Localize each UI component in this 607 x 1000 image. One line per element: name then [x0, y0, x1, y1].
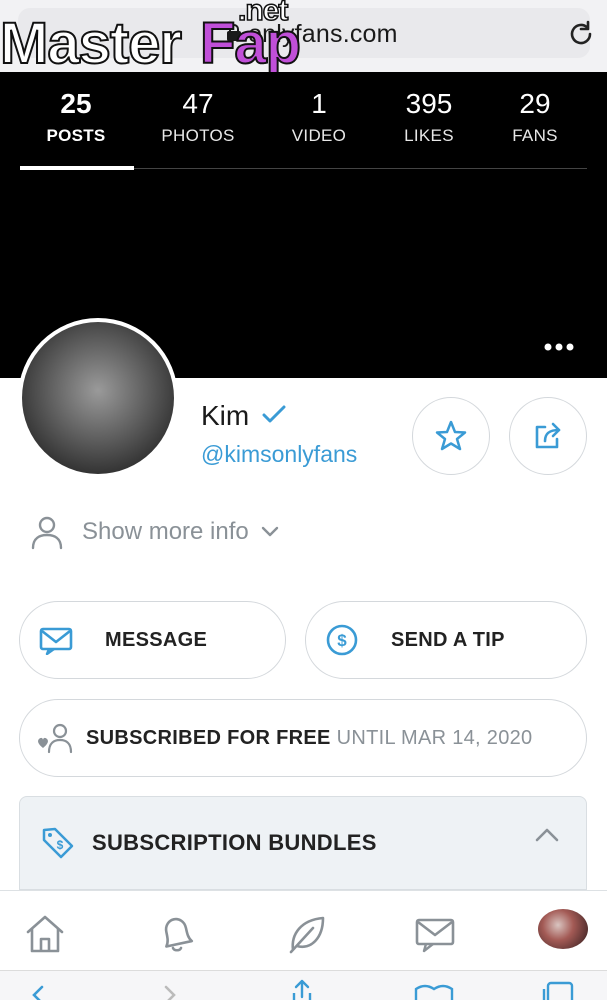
show-more-info-label: Show more info [82, 518, 249, 545]
chevron-down-icon [261, 526, 278, 537]
profile-name: Kim [201, 400, 250, 431]
profile-handle[interactable]: @kimsonlyfans [201, 441, 357, 468]
stat-likes[interactable]: 395 LIKES [369, 88, 489, 146]
stat-fans-label: FANS [512, 126, 558, 145]
stat-likes-label: LIKES [404, 126, 454, 145]
watermark-main: Master [0, 10, 183, 77]
send-tip-label: SEND A TIP [391, 628, 505, 651]
dollar-icon: $ [326, 624, 358, 656]
more-icon[interactable] [543, 342, 575, 352]
share-button[interactable] [509, 397, 587, 475]
nav-messages[interactable] [412, 911, 458, 957]
avatar[interactable] [18, 318, 178, 478]
show-more-info[interactable]: Show more info [30, 512, 279, 552]
tabs-icon[interactable] [540, 981, 576, 1000]
nav-notifications[interactable] [154, 911, 200, 957]
subscribed-until: UNTIL MAR 14, 2020 [336, 726, 533, 749]
heart-user-icon [38, 723, 73, 754]
reload-icon[interactable] [566, 19, 596, 49]
forward-icon[interactable] [160, 985, 180, 1000]
stat-likes-value: 395 [405, 88, 453, 119]
nav-explore[interactable] [284, 911, 330, 957]
chevron-up-icon[interactable] [534, 827, 560, 843]
star-icon [435, 420, 467, 451]
watermark-suffix: .net [237, 0, 289, 28]
mail-icon [415, 918, 455, 953]
browser-url-bar-area: onlyfans.com Master Fap .net [0, 0, 607, 77]
stat-photos-value: 47 [182, 88, 214, 119]
stat-fans[interactable]: 29 FANS [475, 88, 595, 146]
subscription-status-button[interactable]: SUBSCRIBED FOR FREE UNTIL MAR 14, 2020 [19, 699, 587, 777]
nav-profile-avatar[interactable] [538, 909, 588, 949]
nav-home[interactable] [22, 911, 68, 957]
user-icon [31, 516, 63, 550]
browser-toolbar [0, 970, 607, 1000]
svg-text:$: $ [337, 631, 347, 650]
message-button[interactable]: MESSAGE [19, 601, 286, 679]
svg-text:$: $ [57, 838, 64, 852]
stat-posts-label: POSTS [46, 126, 106, 145]
avatar-image [22, 322, 174, 474]
stat-video[interactable]: 1 VIDEO [259, 88, 379, 146]
bottom-navigation [0, 890, 607, 970]
share-icon [535, 422, 561, 449]
share-sheet-icon[interactable] [288, 979, 316, 1000]
bell-icon [164, 917, 194, 952]
subscription-bundles-label: SUBSCRIPTION BUNDLES [92, 830, 377, 855]
send-tip-button[interactable]: $ SEND A TIP [305, 601, 587, 679]
bookmarks-icon[interactable] [414, 983, 454, 1000]
leaf-icon [289, 916, 325, 954]
stat-fans-value: 29 [519, 88, 551, 119]
verified-icon [262, 405, 286, 423]
favorite-button[interactable] [412, 397, 490, 475]
tag-icon: $ [42, 827, 74, 859]
stat-posts-value: 25 [60, 88, 92, 119]
subscription-bundles-panel[interactable]: $ SUBSCRIPTION BUNDLES [19, 796, 587, 890]
message-label: MESSAGE [105, 628, 208, 651]
back-icon[interactable] [28, 985, 48, 1000]
stat-posts[interactable]: 25 POSTS [16, 88, 136, 146]
stat-video-label: VIDEO [291, 126, 347, 145]
stat-photos-label: PHOTOS [161, 126, 235, 145]
home-icon [26, 915, 64, 953]
active-tab-underline [20, 166, 134, 170]
stat-photos[interactable]: 47 PHOTOS [138, 88, 258, 146]
mail-icon [39, 627, 73, 655]
subscribed-label: SUBSCRIBED FOR FREE [86, 726, 331, 749]
stat-video-value: 1 [311, 88, 327, 119]
